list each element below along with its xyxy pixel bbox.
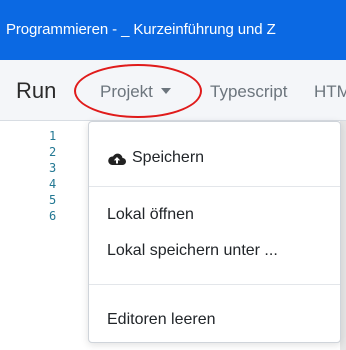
run-button[interactable]: Run [16, 78, 56, 104]
menu-item-speichern[interactable]: Speichern [89, 140, 340, 176]
menu-label: Lokal speichern unter ... [107, 242, 278, 259]
menu-divider [89, 284, 340, 285]
cloud-upload-icon [108, 153, 126, 165]
nav-typescript[interactable]: Typescript [210, 82, 287, 102]
menu-divider [89, 186, 340, 187]
line-number: 1 [49, 129, 57, 143]
line-number: 2 [49, 145, 57, 159]
window-title-bar: Programmieren - _ Kurzeinführung und Z [0, 0, 346, 60]
line-number-gutter: 1 2 3 4 5 6 [0, 121, 88, 350]
line-number: 3 [49, 161, 57, 175]
window-title: Programmieren - _ Kurzeinführung und Z [6, 21, 276, 38]
nav-html[interactable]: HTM [314, 82, 346, 102]
menu-item-lokal-speichern-unter[interactable]: Lokal speichern unter ... [89, 233, 340, 269]
menu-label: Editoren leeren [107, 311, 216, 328]
menu-item-editoren-leeren[interactable]: Editoren leeren [89, 302, 340, 338]
projekt-dropdown-menu: Speichern Lokal öffnen Lokal speichern u… [88, 121, 341, 343]
line-number: 5 [49, 193, 57, 207]
line-number: 4 [49, 177, 57, 191]
line-number: 6 [49, 209, 57, 223]
menu-label: Speichern [132, 149, 205, 166]
menu-item-lokal-oeffnen[interactable]: Lokal öffnen [89, 197, 340, 233]
menu-label: Lokal öffnen [107, 206, 194, 223]
highlight-annotation [74, 64, 202, 118]
